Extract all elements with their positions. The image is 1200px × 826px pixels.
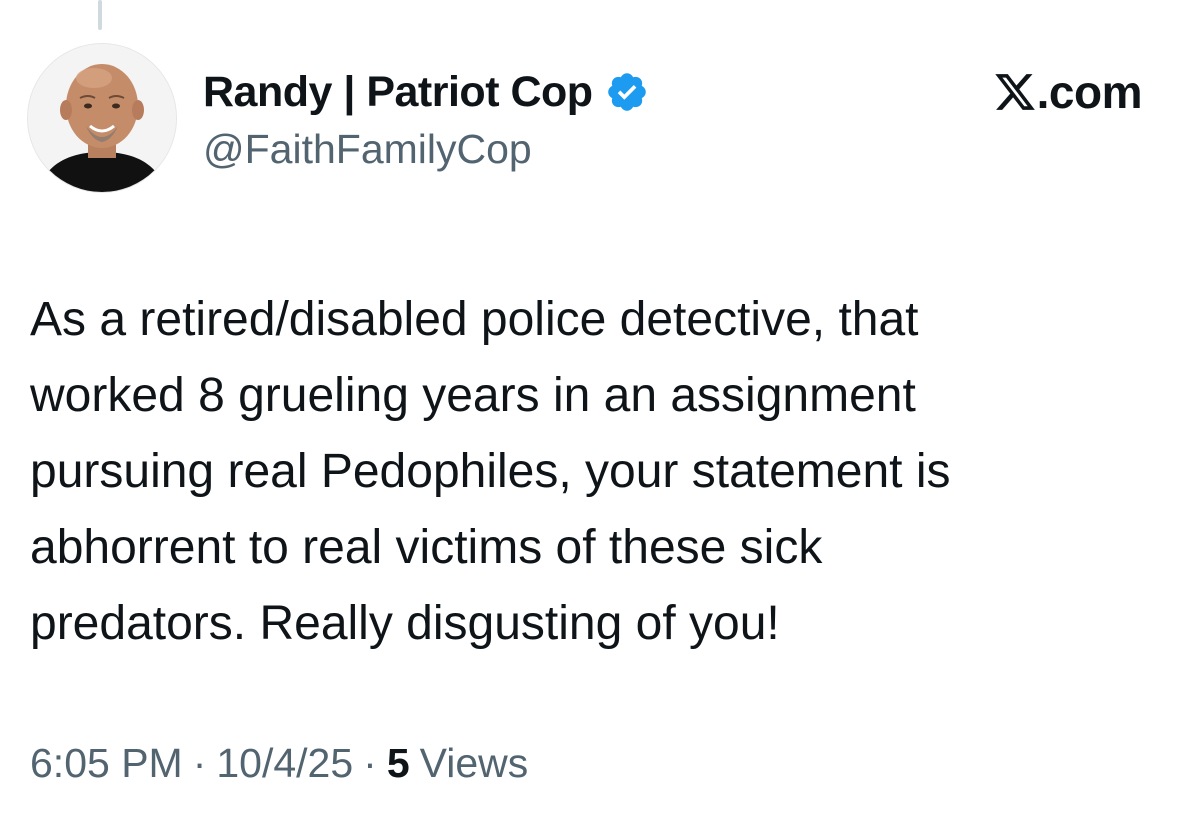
x-logo-icon — [993, 70, 1037, 114]
tweet-meta-row: 6:05 PM · 10/4/25 · 5 Views — [30, 740, 528, 787]
author-display-name[interactable]: Randy | Patriot Cop — [203, 68, 593, 117]
author-name-row: Randy | Patriot Cop — [203, 64, 649, 120]
tweet-time[interactable]: 6:05 PM — [30, 740, 183, 787]
views-count: 5 — [386, 740, 410, 786]
views-label: Views — [419, 740, 529, 786]
watermark-text: .com — [1036, 66, 1143, 118]
thread-connector-line — [98, 0, 102, 30]
avatar-photo — [28, 44, 176, 192]
author-handle[interactable]: @FaithFamilyCop — [203, 126, 532, 173]
tweet-body-text: As a retired/disabled police detective, … — [30, 293, 951, 650]
tweet-date[interactable]: 10/4/25 — [216, 740, 353, 787]
meta-separator: · — [192, 740, 207, 786]
source-watermark: .com — [993, 64, 1143, 120]
verified-badge-icon[interactable] — [605, 70, 649, 114]
meta-separator: · — [363, 740, 377, 786]
avatar[interactable] — [28, 44, 176, 192]
